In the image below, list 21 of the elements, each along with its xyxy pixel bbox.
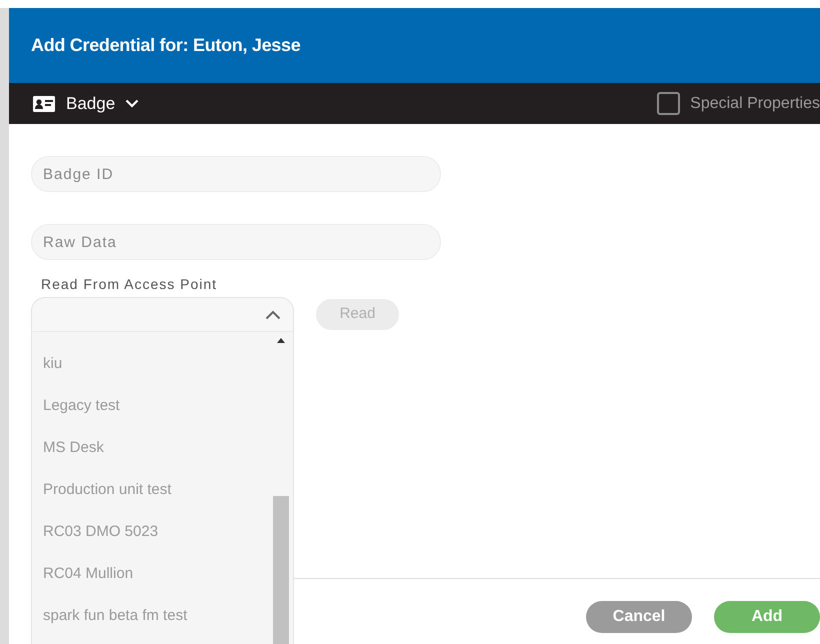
dropdown-option[interactable]: Production unit test [32,469,272,511]
dropdown-option[interactable]: kiu [32,343,272,385]
dropdown-option[interactable]: MS Desk [32,427,272,469]
dropdown-option[interactable]: Legacy test [32,385,272,427]
text-field[interactable]: Badge ID [31,156,441,192]
checkbox-label: Special Properties [690,94,820,114]
dropdown-option[interactable]: spark fun beta fm test [32,595,272,637]
special-properties-checkbox[interactable] [657,92,680,115]
scrollbar-thumb[interactable] [273,496,289,644]
add-button[interactable]: Add [714,601,820,633]
dialog-title: Add Credential for: Euton, Jesse [31,34,300,57]
id-card-icon [32,94,56,112]
chevron-down-icon [125,99,140,108]
field-label: Read From Access Point [41,275,218,294]
credential-type-dropdown[interactable]: Badge [32,90,140,116]
text-field[interactable]: Raw Data [31,224,441,260]
dropdown-option[interactable]: RC03 DMO 5023 [32,511,272,553]
chevron-up-icon [265,310,281,320]
dropdown-option[interactable]: RC04 Mullion [32,553,272,595]
access-point-select[interactable] [31,297,294,331]
cancel-button[interactable]: Cancel [586,601,692,633]
